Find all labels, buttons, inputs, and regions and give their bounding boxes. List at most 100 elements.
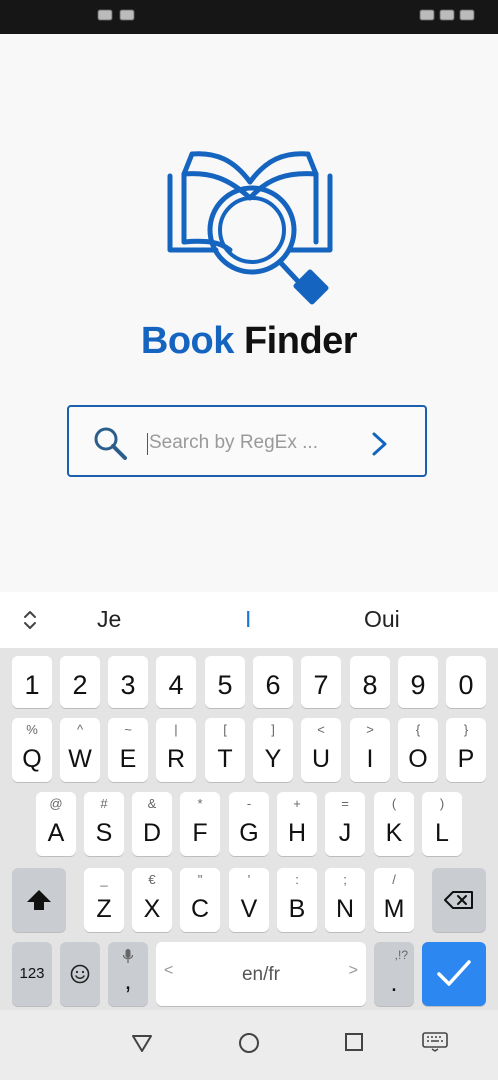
key-c[interactable]: " C: [180, 868, 220, 932]
enter-key[interactable]: [422, 942, 486, 1006]
key-8[interactable]: 8: [350, 656, 390, 708]
key-q[interactable]: % Q: [12, 718, 52, 782]
recents-square-icon[interactable]: [344, 1032, 364, 1052]
back-triangle-icon[interactable]: [130, 1032, 154, 1054]
key-t[interactable]: [T: [205, 718, 245, 782]
suggestion-bar: Je I Oui: [0, 592, 498, 648]
app-screen: Book Finder Search by RegEx ...: [0, 34, 498, 592]
key-label: K: [385, 819, 403, 847]
suggestion-2[interactable]: I: [245, 606, 251, 633]
suggestion-1[interactable]: Je: [97, 606, 121, 633]
emoji-key[interactable]: [60, 942, 100, 1006]
period-key[interactable]: ,!? .: [374, 942, 414, 1006]
key-e[interactable]: ~ E: [108, 718, 148, 782]
key-hint: :: [295, 872, 299, 887]
chevron-right-icon[interactable]: [369, 429, 391, 459]
key-j[interactable]: = J: [325, 792, 365, 856]
key-label: .: [390, 969, 398, 997]
symbols-key[interactable]: 123: [12, 942, 52, 1006]
key-g[interactable]: -G: [229, 792, 269, 856]
key-h[interactable]: + H: [277, 792, 317, 856]
status-bar: [0, 0, 498, 34]
key-label: 3: [120, 670, 136, 700]
space-key[interactable]: < en/fr >: [156, 942, 366, 1006]
search-input[interactable]: Search by RegEx ...: [149, 432, 318, 454]
key-f[interactable]: * F: [180, 792, 220, 856]
shift-key[interactable]: [12, 868, 66, 932]
key-a[interactable]: @ A: [36, 792, 76, 856]
key-hint: _: [100, 872, 108, 887]
key-label: E: [119, 745, 137, 773]
key-label: D: [142, 819, 162, 847]
key-b[interactable]: :B: [277, 868, 317, 932]
key-m[interactable]: / M: [374, 868, 414, 932]
key-o[interactable]: {O: [398, 718, 438, 782]
key-hint: ;: [343, 872, 347, 887]
key-l[interactable]: ) L: [422, 792, 462, 856]
backspace-key[interactable]: [432, 868, 486, 932]
key-w[interactable]: ^ W: [60, 718, 100, 782]
key-x[interactable]: € X: [132, 868, 172, 932]
key-i[interactable]: > I: [350, 718, 390, 782]
key-label: X: [143, 895, 161, 923]
key-0[interactable]: 0: [446, 656, 486, 708]
key-7[interactable]: 7: [301, 656, 341, 708]
key-label: Q: [22, 745, 42, 773]
expand-collapse-icon[interactable]: [20, 608, 40, 632]
key-label: V: [240, 895, 258, 923]
checkmark-icon: [437, 960, 471, 986]
key-k[interactable]: (K: [374, 792, 414, 856]
emoji-icon: [70, 964, 90, 984]
key-5[interactable]: 5: [205, 656, 245, 708]
home-circle-icon[interactable]: [238, 1032, 260, 1054]
comma-key[interactable]: ,: [108, 942, 148, 1006]
text-caret: [147, 433, 148, 455]
key-label: 0: [458, 670, 474, 700]
key-z[interactable]: _ Z: [84, 868, 124, 932]
battery-icon: [440, 10, 454, 20]
key-s[interactable]: # S: [84, 792, 124, 856]
keyboard-hide-icon[interactable]: [422, 1032, 448, 1052]
clock-icon: [460, 10, 474, 20]
key-p[interactable]: } P: [446, 718, 486, 782]
title-finder-word: Finder: [243, 320, 358, 362]
key-hint: +: [293, 796, 301, 811]
key-y[interactable]: ] Y: [253, 718, 293, 782]
key-hint: ': [247, 872, 251, 887]
key-label: 4: [168, 670, 184, 700]
key-label: A: [47, 819, 65, 847]
key-hint: /: [392, 872, 396, 887]
key-hint: (: [391, 796, 397, 811]
key-label: J: [338, 819, 352, 847]
key-u[interactable]: < U: [301, 718, 341, 782]
key-n[interactable]: ; N: [325, 868, 365, 932]
title-book-word: Book: [140, 320, 235, 362]
key-6[interactable]: 6: [253, 656, 293, 708]
key-d[interactable]: & D: [132, 792, 172, 856]
key-hint: %: [26, 722, 38, 737]
key-label: H: [287, 819, 307, 847]
key-label: 8: [362, 670, 378, 700]
key-2[interactable]: 2: [60, 656, 100, 708]
key-hint: ]: [271, 722, 275, 737]
key-label: R: [166, 745, 186, 773]
book-magnifier-logo-icon: [167, 151, 333, 305]
key-9[interactable]: 9: [398, 656, 438, 708]
key-label: B: [288, 895, 306, 923]
key-label: 6: [265, 670, 281, 700]
key-4[interactable]: 4: [156, 656, 196, 708]
key-1[interactable]: 1: [12, 656, 52, 708]
key-label: I: [366, 745, 374, 773]
key-r[interactable]: | R: [156, 718, 196, 782]
key-label: F: [192, 819, 208, 847]
key-label: 7: [313, 670, 329, 700]
key-hint: #: [100, 796, 108, 811]
search-box[interactable]: Search by RegEx ...: [67, 405, 427, 477]
key-v[interactable]: ' V: [229, 868, 269, 932]
search-icon: [94, 427, 127, 460]
key-hint: <: [317, 722, 325, 737]
key-hint: ~: [124, 722, 132, 737]
suggestion-3[interactable]: Oui: [364, 606, 400, 633]
key-label: L: [435, 819, 449, 847]
key-3[interactable]: 3: [108, 656, 148, 708]
